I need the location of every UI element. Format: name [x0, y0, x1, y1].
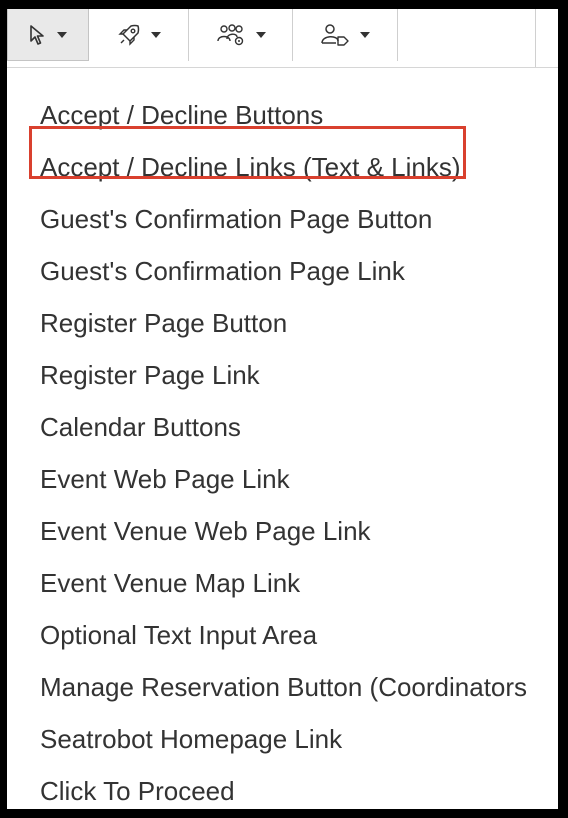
menu-item-calendar-buttons[interactable]: Calendar Buttons	[40, 410, 241, 444]
menu-item-manage-reservation-button[interactable]: Manage Reservation Button (Coordinators	[40, 670, 527, 704]
menu-item-event-venue-map-link[interactable]: Event Venue Map Link	[40, 566, 300, 600]
person-tag-dropdown-button[interactable]	[293, 9, 398, 61]
chevron-down-icon	[360, 32, 370, 38]
people-settings-dropdown-button[interactable]	[189, 9, 293, 61]
menu-item-click-to-proceed[interactable]: Click To Proceed	[40, 774, 235, 808]
highlight-box	[29, 126, 466, 179]
app-frame: Accept / Decline Buttons Accept / Declin…	[7, 9, 558, 809]
cursor-arrow-icon	[29, 24, 47, 46]
menu-item-seatrobot-homepage-link[interactable]: Seatrobot Homepage Link	[40, 722, 342, 756]
chevron-down-icon	[150, 32, 161, 38]
menu-item-register-page-button[interactable]: Register Page Button	[40, 306, 287, 340]
menu-item-guest-confirmation-page-link[interactable]: Guest's Confirmation Page Link	[40, 254, 405, 288]
toolbar	[7, 9, 558, 67]
person-tag-icon	[320, 23, 350, 47]
rocket-dropdown-button[interactable]	[89, 9, 189, 61]
menu-item-guest-confirmation-page-button[interactable]: Guest's Confirmation Page Button	[40, 202, 432, 236]
menu-item-event-web-page-link[interactable]: Event Web Page Link	[40, 462, 290, 496]
menu-item-event-venue-web-page-link[interactable]: Event Venue Web Page Link	[40, 514, 371, 548]
people-settings-icon	[216, 23, 246, 47]
menu-item-optional-text-input-area[interactable]: Optional Text Input Area	[40, 618, 317, 652]
menu-item-register-page-link[interactable]: Register Page Link	[40, 358, 260, 392]
chevron-down-icon	[57, 31, 67, 38]
dropdown-menu: Accept / Decline Buttons Accept / Declin…	[7, 68, 558, 809]
rocket-icon	[117, 23, 141, 47]
toolbar-divider	[535, 9, 536, 67]
chevron-down-icon	[255, 32, 266, 38]
cursor-dropdown-button[interactable]	[7, 9, 89, 61]
